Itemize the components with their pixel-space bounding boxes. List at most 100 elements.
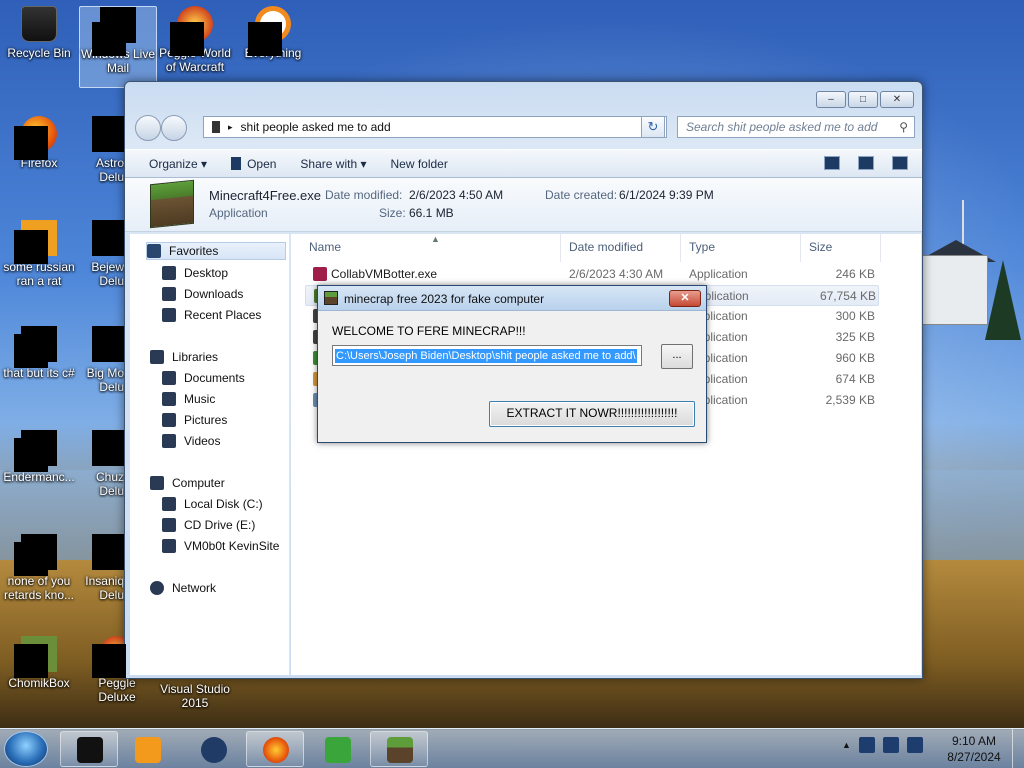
browse-button[interactable]: ...	[661, 344, 693, 369]
taskbar-firefox[interactable]	[246, 731, 304, 767]
command-bar: Organize ▾ Open Share with ▾ New folder	[125, 149, 922, 178]
nav-pictures[interactable]: Pictures	[162, 411, 227, 429]
new-folder-button[interactable]: New folder	[390, 157, 447, 171]
videos-icon	[162, 434, 176, 448]
wallpaper-tree	[985, 260, 1021, 340]
show-hidden-icons-icon[interactable]: ▲	[842, 740, 851, 750]
redaction-box	[170, 22, 204, 56]
desktop-icon-big-money[interactable]: Big Mo Delu	[80, 326, 124, 394]
nav-computer[interactable]: Computer	[150, 474, 225, 492]
share-with-menu[interactable]: Share with ▾	[300, 157, 366, 171]
view-controls	[824, 156, 908, 170]
taskbar-download-manager[interactable]	[308, 731, 366, 767]
column-header-type[interactable]: Type	[681, 234, 801, 262]
explorer-icon	[77, 737, 103, 763]
nav-documents[interactable]: Documents	[162, 369, 245, 387]
navigation-pane: Favorites Desktop Downloads Recent Place…	[130, 234, 290, 675]
app-icon	[201, 737, 227, 763]
desktop-icon-astro[interactable]: Astro Delu	[80, 116, 124, 184]
help-icon[interactable]	[892, 156, 908, 170]
column-header-size[interactable]: Size	[801, 234, 881, 262]
firefox-icon	[263, 737, 289, 763]
desktop-icon-chuzzle[interactable]: Chuz Delu	[80, 430, 124, 498]
details-size-value: 66.1 MB	[409, 206, 454, 220]
minimize-button[interactable]: –	[816, 91, 846, 108]
search-input[interactable]: Search shit people asked me to add ⚲	[677, 116, 915, 138]
file-row[interactable]: CollabVMBotter.exe 2/6/2023 4:30 AM Appl…	[305, 264, 879, 285]
change-view-icon[interactable]	[824, 156, 840, 170]
download-manager-icon	[325, 737, 351, 763]
network-drive-icon	[162, 539, 176, 553]
redaction-box	[14, 334, 48, 368]
search-icon[interactable]: ⚲	[899, 120, 908, 134]
forward-button[interactable]	[161, 115, 187, 141]
column-header-date[interactable]: Date modified	[561, 234, 681, 262]
dialog-close-button[interactable]: ✕	[669, 290, 701, 307]
nav-recent-places[interactable]: Recent Places	[162, 306, 261, 324]
extract-button[interactable]: EXTRACT IT NOWR!!!!!!!!!!!!!!!!!!	[489, 401, 695, 427]
details-modified-value: 2/6/2023 4:50 AM	[409, 188, 504, 202]
start-button[interactable]	[4, 731, 48, 767]
details-modified-label: Date modified:	[325, 188, 403, 202]
extract-path-input[interactable]: C:\Users\Joseph Biden\Desktop\shit peopl…	[332, 345, 642, 366]
redaction-box	[92, 22, 126, 56]
redaction-box	[14, 126, 48, 160]
details-filename: Minecraft4Free.exe	[209, 188, 321, 203]
details-pane: Minecraft4Free.exe Application Date modi…	[125, 178, 922, 232]
nav-favorites[interactable]: Favorites	[146, 242, 286, 260]
address-row: ▸ shit people asked me to add ▼ ↻ Search…	[133, 115, 916, 141]
clock[interactable]: 9:10 AM 8/27/2024	[940, 733, 1008, 765]
nav-cd-drive[interactable]: CD Drive (E:)	[162, 516, 255, 534]
desktop-icon-insaniquarium[interactable]: Insaniq Delu	[80, 534, 124, 602]
taskbar-explorer[interactable]	[60, 731, 118, 767]
tray-app-icon[interactable]	[858, 737, 875, 753]
back-button[interactable]	[135, 115, 161, 141]
network-tray-icon[interactable]	[882, 737, 899, 753]
taskbar-minecraft-installer[interactable]	[370, 731, 428, 767]
breadcrumb-chevron-icon[interactable]: ▸	[228, 122, 233, 133]
close-button[interactable]: ✕	[880, 91, 914, 108]
big-money-icon	[92, 326, 124, 362]
desktop-icon-visual-studio[interactable]: Visual Studio 2015	[156, 682, 234, 710]
nav-vm-share[interactable]: VM0b0t KevinSite	[162, 537, 279, 555]
maximize-button[interactable]: □	[848, 91, 878, 108]
nav-desktop[interactable]: Desktop	[162, 264, 228, 282]
nav-videos[interactable]: Videos	[162, 432, 220, 450]
nav-local-disk[interactable]: Local Disk (C:)	[162, 495, 263, 513]
desktop-icon	[162, 266, 176, 280]
libraries-icon	[150, 350, 164, 364]
breadcrumb-current[interactable]: shit people asked me to add	[241, 120, 391, 134]
address-bar[interactable]: ▸ shit people asked me to add ▼	[203, 116, 667, 138]
recent-places-icon	[162, 308, 176, 322]
taskbar-app[interactable]	[184, 731, 242, 767]
redaction-box	[248, 22, 282, 56]
preview-pane-icon[interactable]	[858, 156, 874, 170]
taskbar-media-player[interactable]	[122, 731, 172, 767]
dialog-titlebar[interactable]: minecrap free 2023 for fake computer ✕	[318, 286, 706, 311]
show-desktop-button[interactable]	[1012, 729, 1024, 768]
details-created-value: 6/1/2024 9:39 PM	[619, 188, 714, 202]
nav-music[interactable]: Music	[162, 390, 215, 408]
refresh-button[interactable]: ↻	[641, 116, 665, 138]
star-icon	[147, 244, 161, 258]
insaniquarium-icon	[92, 534, 124, 570]
redaction-box	[14, 230, 48, 264]
column-header-name[interactable]: Name	[301, 234, 561, 262]
clock-time: 9:10 AM	[951, 734, 997, 748]
bejeweled-icon	[92, 220, 124, 256]
recycle-bin-icon	[21, 6, 57, 42]
volume-tray-icon[interactable]	[906, 737, 923, 753]
dialog-title: minecrap free 2023 for fake computer	[344, 292, 545, 306]
open-button[interactable]: Open	[231, 156, 276, 171]
nav-downloads[interactable]: Downloads	[162, 285, 243, 303]
redaction-box	[14, 542, 48, 576]
desktop-icon-bejeweled[interactable]: Bejew Delu	[80, 220, 124, 288]
taskbar: ▲ 9:10 AM 8/27/2024	[0, 728, 1024, 768]
desktop-icon-recycle-bin[interactable]: Recycle Bin	[0, 6, 78, 60]
organize-menu[interactable]: Organize ▾	[149, 157, 207, 171]
cd-drive-icon	[162, 518, 176, 532]
nav-network[interactable]: Network	[150, 579, 216, 597]
media-player-icon	[135, 737, 161, 763]
redaction-box	[92, 644, 126, 678]
nav-libraries[interactable]: Libraries	[150, 348, 218, 366]
